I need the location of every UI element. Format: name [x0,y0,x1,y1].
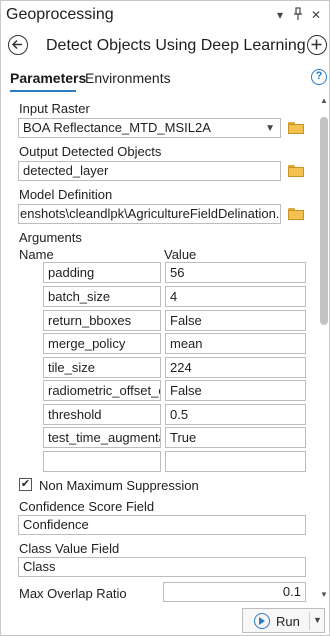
input-raster-dropdown[interactable]: BOA Reflectance_MTD_MSIL2A ▼ [18,118,281,138]
nms-checkbox[interactable]: ✔ [19,478,32,491]
class-field-label: Class Value Field [19,541,120,556]
scroll-up-icon[interactable]: ▲ [319,97,329,105]
argument-value-cell[interactable]: 4 [165,286,306,307]
arguments-value-header: Value [164,247,197,262]
tool-title: Detect Objects Using Deep Learning [46,37,306,54]
argument-name-cell[interactable]: test_time_augmentati [43,427,161,448]
pane-menu-icon[interactable]: ▾ [273,7,287,23]
tab-environments[interactable]: Environments [85,70,171,86]
output-objects-input[interactable]: detected_layer [18,161,281,181]
pane-titlebar: Geoprocessing ▾ ✕ [1,1,329,31]
help-icon[interactable]: ? [311,69,327,85]
argument-name-cell[interactable]: threshold [43,404,161,425]
run-label: Run [276,614,300,629]
argument-name-cell[interactable]: radiometric_offset_co [43,380,161,401]
output-objects-value: detected_layer [23,163,109,178]
tab-parameters[interactable]: Parameters [10,70,86,86]
chevron-down-icon: ▼ [265,123,275,134]
nms-label: Non Maximum Suppression [39,478,199,493]
model-definition-label: Model Definition [19,187,113,202]
play-icon [254,613,270,629]
scroll-down-icon[interactable]: ▼ [319,591,329,599]
argument-value-cell[interactable]: mean [165,333,306,354]
argument-value-cell[interactable]: False [165,380,306,401]
argument-value-cell[interactable]: 56 [165,262,306,283]
pane-title: Geoprocessing [6,6,114,23]
geoprocessing-pane: Geoprocessing ▾ ✕ Detect Objects Using D… [0,0,330,636]
back-arrow-icon[interactable] [8,35,28,55]
argument-value-cell[interactable] [165,451,306,472]
folder-icon[interactable] [288,165,304,177]
confidence-field-input[interactable]: Confidence [18,515,306,535]
argument-value-cell[interactable]: True [165,427,306,448]
folder-icon[interactable] [288,208,304,220]
argument-value-cell[interactable]: 0.5 [165,404,306,425]
output-objects-label: Output Detected Objects [19,144,162,159]
argument-name-cell[interactable]: padding [43,262,161,283]
argument-name-cell[interactable]: merge_policy [43,333,161,354]
plus-icon[interactable] [307,35,327,55]
scrollbar-thumb[interactable] [320,117,328,325]
active-tab-indicator [10,90,76,92]
max-overlap-input[interactable]: 0.1 [163,582,306,602]
argument-value-cell[interactable]: 224 [165,357,306,378]
model-definition-input[interactable]: enshots\cleandlpk\AgricultureFieldDelina… [18,204,281,224]
pin-icon-glyph [294,7,302,20]
run-button[interactable]: Run ▼ [242,608,325,633]
back-arrow-glyph [11,39,22,50]
argument-name-cell[interactable] [43,451,161,472]
confidence-field-value: Confidence [23,517,89,532]
argument-name-cell[interactable]: return_bboxes [43,310,161,331]
max-overlap-value: 0.1 [282,584,301,599]
max-overlap-label: Max Overlap Ratio [19,586,127,601]
confidence-field-label: Confidence Score Field [19,499,155,514]
tab-strip: Parameters Environments [1,67,329,93]
run-divider [309,612,310,630]
close-icon[interactable]: ✕ [309,7,323,23]
vertical-scrollbar[interactable]: ▲ ▼ [317,95,329,605]
arguments-name-header: Name [19,247,54,262]
chevron-down-icon[interactable]: ▼ [313,615,322,625]
argument-name-cell[interactable]: tile_size [43,357,161,378]
arguments-label: Arguments [19,230,82,245]
argument-value-cell[interactable]: False [165,310,306,331]
folder-icon[interactable] [288,122,304,134]
class-field-value: Class [23,559,56,574]
argument-name-cell[interactable]: batch_size [43,286,161,307]
class-field-input[interactable]: Class [18,557,306,577]
model-definition-value: enshots\cleandlpk\AgricultureFieldDelina… [20,206,281,221]
input-raster-value: BOA Reflectance_MTD_MSIL2A [23,120,211,135]
plus-glyph [311,39,322,50]
tool-header: Detect Objects Using Deep Learning [1,31,329,61]
pin-icon[interactable] [291,7,305,23]
input-raster-label: Input Raster [19,101,90,116]
